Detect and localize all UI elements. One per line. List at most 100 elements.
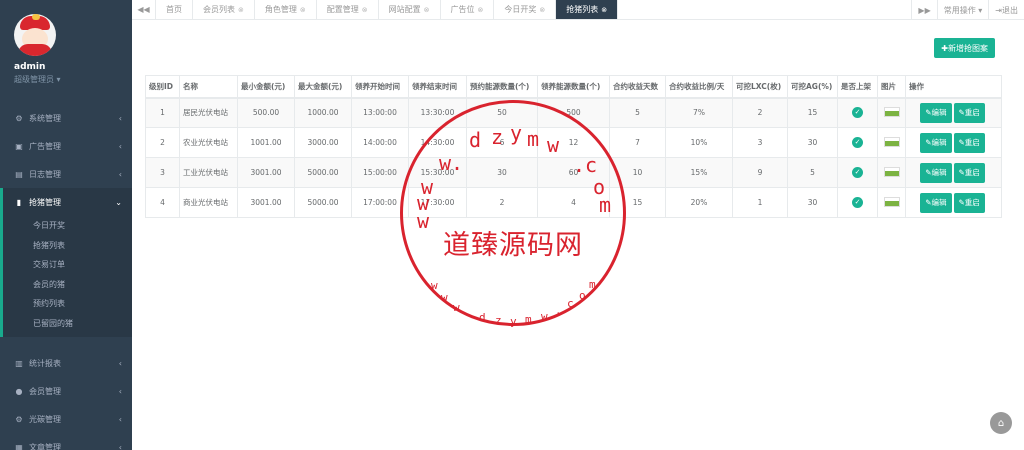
thumbnail-image[interactable] bbox=[883, 166, 900, 177]
tab-label: 角色管理 bbox=[264, 5, 297, 14]
cell-listed: ✓ bbox=[837, 187, 878, 218]
edit-button[interactable]: ✎编辑 bbox=[920, 102, 952, 123]
column-header: 级别ID bbox=[145, 75, 180, 99]
tab-label: 会员列表 bbox=[203, 5, 235, 14]
close-icon[interactable]: ⊗ bbox=[300, 6, 306, 14]
cell-max-amount: 5000.00 bbox=[294, 187, 352, 218]
column-header: 可挖AG(%) bbox=[787, 75, 838, 99]
thumbnail-image[interactable] bbox=[883, 136, 900, 147]
close-icon[interactable]: ⊗ bbox=[539, 6, 545, 14]
edit-button[interactable]: ✎编辑 bbox=[920, 162, 952, 183]
cell-listed: ✓ bbox=[837, 157, 878, 188]
close-icon[interactable]: ⊗ bbox=[424, 6, 430, 14]
cell-ag: 30 bbox=[787, 127, 838, 158]
thumbnail-image[interactable] bbox=[883, 196, 900, 207]
sidebar-item-carbon[interactable]: ⚙ 光碳管理 ‹ bbox=[0, 405, 132, 433]
sidebar-item-reports[interactable]: ▥ 统计报表 ‹ bbox=[0, 349, 132, 377]
cell-daily-ratio: 15% bbox=[665, 157, 733, 188]
restart-button[interactable]: ✎重启 bbox=[953, 132, 985, 153]
check-circle-icon[interactable]: ✓ bbox=[852, 107, 863, 119]
column-header: 合约收益比例/天 bbox=[665, 75, 733, 99]
avatar[interactable] bbox=[14, 14, 56, 56]
check-circle-icon[interactable]: ✓ bbox=[852, 197, 863, 208]
add-item-button[interactable]: ✚新增抢图案 bbox=[934, 38, 995, 58]
sidebar: admin 超级管理员 ▾ ⚙ 系统管理 ‹ ▣ 广告管理 ‹ ▤ 日志管理 ‹… bbox=[0, 0, 132, 450]
logout-button[interactable]: ⇥退出 bbox=[988, 0, 1024, 20]
watermark-char: . bbox=[467, 307, 474, 320]
close-icon[interactable]: ⊗ bbox=[362, 6, 368, 14]
close-icon[interactable]: ⊗ bbox=[601, 6, 607, 14]
watermark-char: w. bbox=[439, 151, 464, 175]
tab-home[interactable]: 首页 bbox=[156, 0, 193, 19]
cell-ag: 5 bbox=[787, 157, 838, 188]
book-icon: ▮ bbox=[16, 197, 22, 207]
tab-role-management[interactable]: 角色管理 ⊗ bbox=[255, 0, 317, 19]
sidebar-item-ads[interactable]: ▣ 广告管理 ‹ bbox=[0, 132, 132, 160]
cell-contract-days: 5 bbox=[609, 97, 666, 128]
cell-lxc: 3 bbox=[732, 127, 788, 158]
check-circle-icon[interactable]: ✓ bbox=[852, 167, 863, 178]
restart-button[interactable]: ✎重启 bbox=[953, 192, 985, 213]
watermark-char: w bbox=[547, 133, 560, 157]
cell-actions: ✎编辑 ✎重启 bbox=[905, 127, 1002, 158]
thumbnail-image[interactable] bbox=[883, 106, 900, 117]
tab-ad-slots[interactable]: 广告位 ⊗ bbox=[441, 0, 495, 19]
tab-label: 配置管理 bbox=[326, 5, 359, 14]
restart-button[interactable]: ✎重启 bbox=[953, 102, 985, 123]
sidebar-submenu: 今日开奖 抢猪列表 交易订单 会员的猪 预约列表 已留园的猪 bbox=[0, 216, 132, 337]
submenu-item-orders[interactable]: 交易订单 bbox=[3, 255, 132, 275]
sidebar-item-grab[interactable]: ▮ 抢猪管理 ⌄ bbox=[0, 188, 132, 216]
watermark-char: w bbox=[441, 291, 448, 304]
restart-button[interactable]: ✎重启 bbox=[953, 162, 985, 183]
check-circle-icon[interactable]: ✓ bbox=[852, 137, 863, 148]
submenu-item-grab-list[interactable]: 抢猪列表 bbox=[3, 236, 132, 256]
column-header: 预约能源数量(个) bbox=[466, 75, 538, 99]
user-role-dropdown[interactable]: 超级管理员 ▾ bbox=[14, 74, 132, 85]
watermark-char: y bbox=[510, 315, 517, 328]
sidebar-item-articles[interactable]: ▦ 文章管理 ‹ bbox=[0, 433, 132, 450]
sidebar-item-system[interactable]: ⚙ 系统管理 ‹ bbox=[0, 104, 132, 132]
sidebar-item-label: 会员管理 bbox=[29, 386, 61, 396]
cell-min-amount: 500.00 bbox=[237, 97, 295, 128]
common-ops-dropdown[interactable]: 常用操作 ▾ bbox=[936, 0, 989, 20]
column-header: 领养结束时间 bbox=[408, 75, 467, 99]
cell-actions: ✎编辑 ✎重启 bbox=[905, 97, 1002, 128]
tab-scroll-left-button[interactable]: ◀◀ bbox=[132, 0, 156, 19]
edit-button[interactable]: ✎编辑 bbox=[920, 192, 952, 213]
tab-today-draw[interactable]: 今日开奖 ⊗ bbox=[494, 0, 557, 19]
close-icon[interactable]: ⊗ bbox=[478, 6, 484, 14]
cell-daily-ratio: 10% bbox=[665, 127, 733, 158]
column-header: 图片 bbox=[877, 75, 906, 99]
user-profile: admin 超级管理员 ▾ bbox=[0, 0, 132, 92]
cell-level-id: 3 bbox=[145, 157, 180, 188]
tab-site-config[interactable]: 网站配置 ⊗ bbox=[379, 0, 441, 19]
cell-level-id: 1 bbox=[145, 97, 180, 128]
sidebar-item-label: 光碳管理 bbox=[29, 414, 61, 424]
cell-start-time: 13:00:00 bbox=[351, 97, 409, 128]
submenu-item-member-pigs[interactable]: 会员的猪 bbox=[3, 275, 132, 295]
submenu-item-reservations[interactable]: 预约列表 bbox=[3, 294, 132, 314]
watermark-char: d bbox=[479, 311, 486, 324]
edit-button[interactable]: ✎编辑 bbox=[920, 132, 952, 153]
tab-scroll-right-button[interactable]: ▶▶ bbox=[911, 0, 936, 20]
watermark-char: m bbox=[525, 313, 532, 326]
sidebar-item-members[interactable]: ● 会员管理 ‹ bbox=[0, 377, 132, 405]
cell-name: 居民光伏电站 bbox=[179, 97, 238, 128]
cell-image bbox=[877, 157, 906, 188]
submenu-item-kept-pigs[interactable]: 已留园的猪 bbox=[3, 314, 132, 334]
table-header-row: 级别ID 名称 最小金额(元) 最大金额(元) 领养开始时间 领养结束时间 预约… bbox=[145, 75, 1002, 99]
submenu-item-today-draw[interactable]: 今日开奖 bbox=[3, 216, 132, 236]
tab-config-management[interactable]: 配置管理 ⊗ bbox=[317, 0, 379, 19]
column-header: 最大金额(元) bbox=[294, 75, 352, 99]
sidebar-item-logs[interactable]: ▤ 日志管理 ‹ bbox=[0, 160, 132, 188]
cell-listed: ✓ bbox=[837, 127, 878, 158]
close-icon[interactable]: ⊗ bbox=[238, 6, 244, 14]
scroll-to-top-button[interactable]: ⌂ bbox=[990, 412, 1012, 434]
column-header: 最小金额(元) bbox=[237, 75, 295, 99]
chevron-left-icon: ‹ bbox=[118, 358, 122, 368]
watermark-char: .c bbox=[573, 153, 598, 177]
tab-bar-right: ▶▶ 常用操作 ▾ ⇥退出 bbox=[911, 0, 1024, 20]
cell-daily-ratio: 7% bbox=[665, 97, 733, 128]
tab-member-list[interactable]: 会员列表 ⊗ bbox=[193, 0, 255, 19]
tab-grab-list[interactable]: 抢猪列表 ⊗ bbox=[556, 0, 619, 19]
